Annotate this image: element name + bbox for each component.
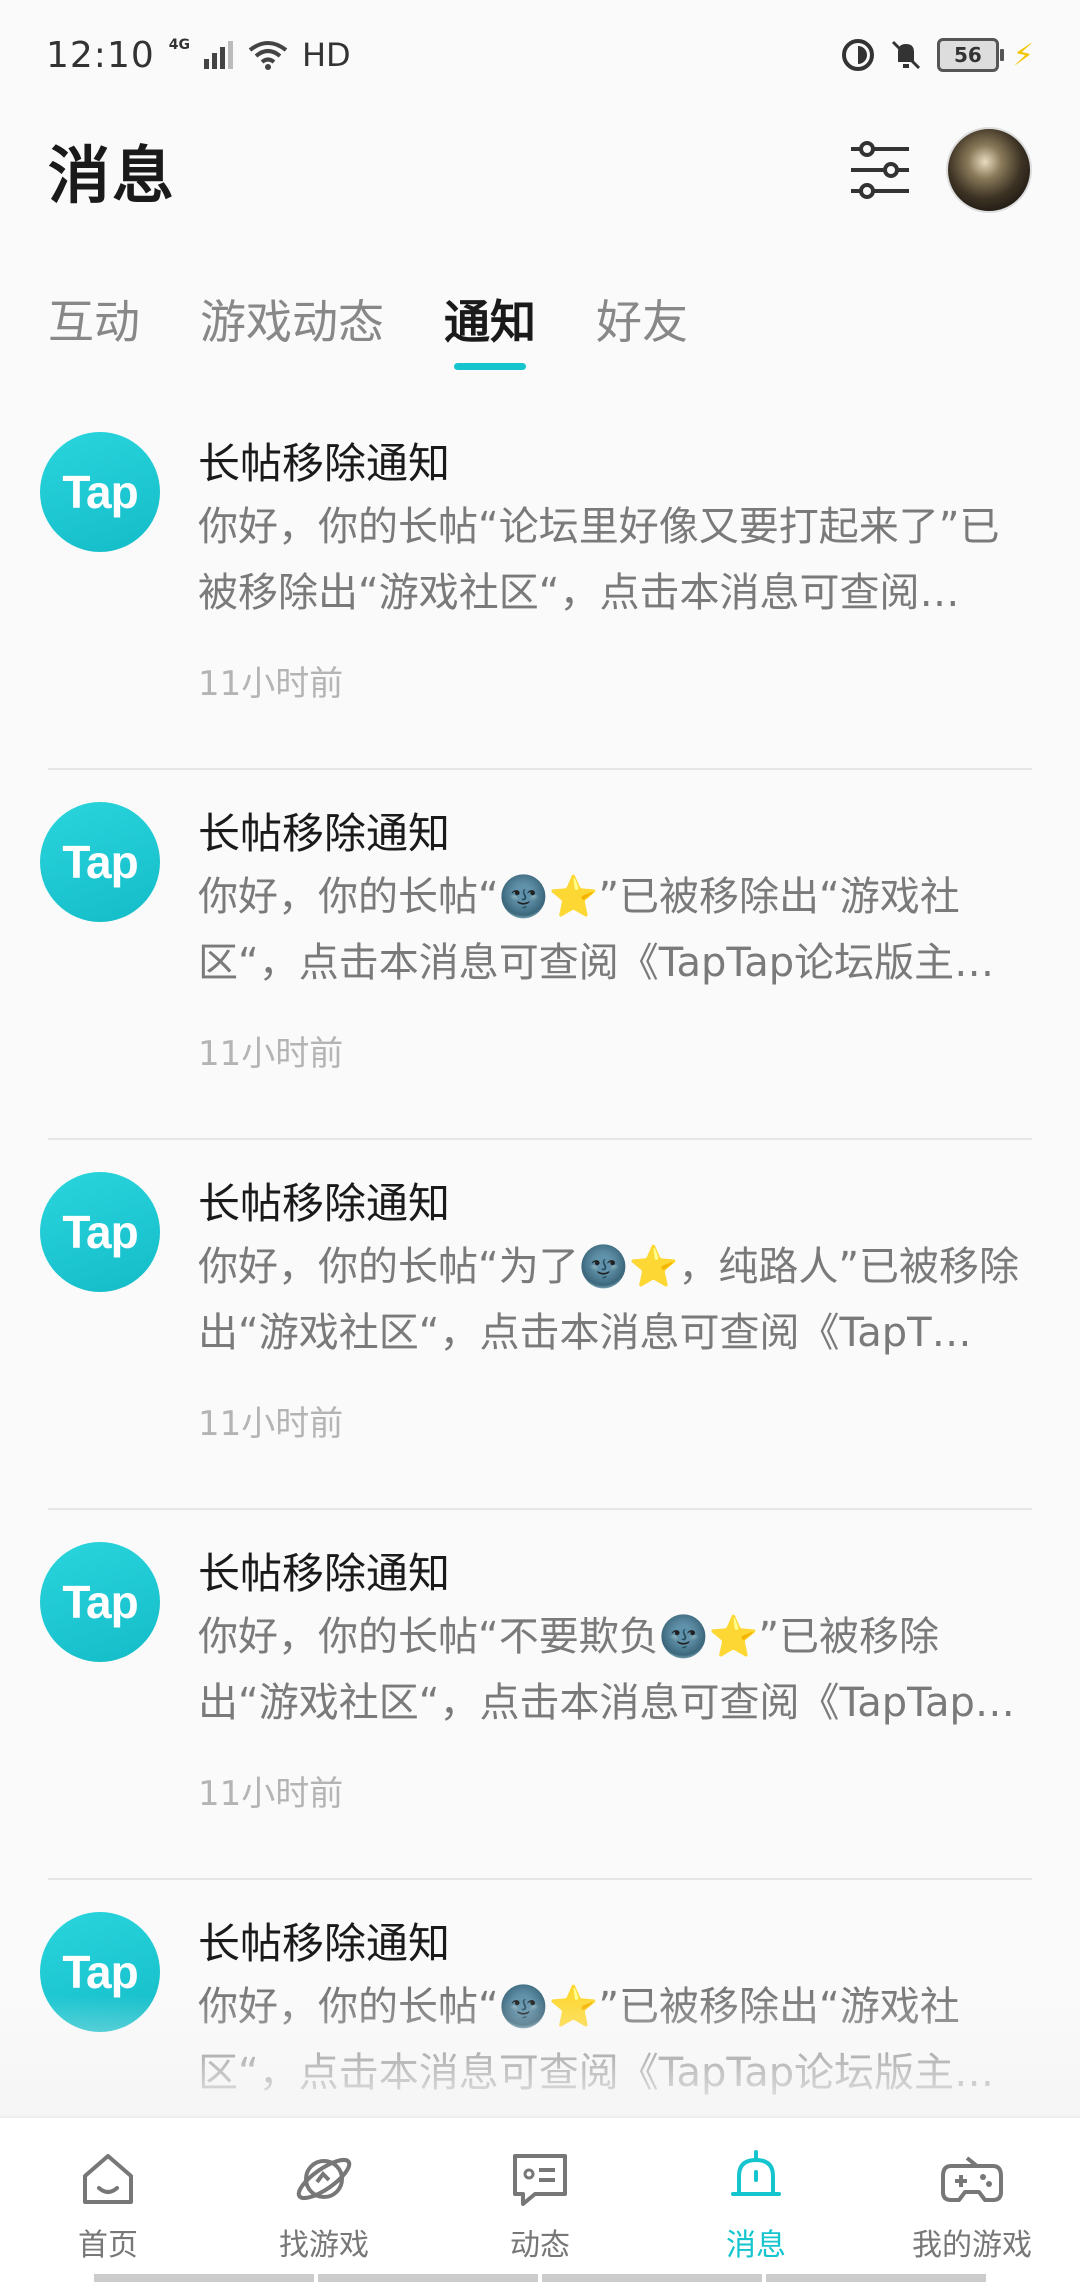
list-fade	[0, 1996, 1080, 2116]
gamepad-icon	[941, 2156, 1003, 2202]
nav-discover[interactable]: 找游戏	[216, 2118, 432, 2264]
nav-feed[interactable]: 动态	[432, 2118, 648, 2264]
nav-label: 消息	[726, 2228, 786, 2263]
notification-body: 你好，你的长帖“论坛里好像又要打起来了”已被移除出“游戏社区“，点击本消息可查阅…	[198, 504, 1000, 616]
notification-body: 你好，你的长帖“为了🌚⭐，纯路人”已被移除出“游戏社区“，点击本消息可查阅《Ta…	[198, 1244, 1020, 1356]
notification-list: Tap 长帖移除通知 你好，你的长帖“论坛里好像又要打起来了”已被移除出“游戏社…	[0, 400, 1080, 2250]
home-icon	[83, 2154, 133, 2204]
page-title: 消息	[48, 139, 177, 212]
taptap-logo-icon: Tap	[40, 432, 160, 552]
mute-bell-icon	[891, 40, 920, 70]
status-left: 12:10 4G HD	[46, 35, 351, 76]
nav-home[interactable]: 首页	[0, 2118, 216, 2264]
list-item[interactable]: Tap 长帖移除通知 你好，你的长帖“论坛里好像又要打起来了”已被移除出“游戏社…	[0, 400, 1080, 770]
header-actions	[848, 127, 1032, 213]
tab-interaction[interactable]: 互动	[48, 270, 140, 370]
taptap-logo-icon: Tap	[40, 1542, 160, 1662]
nav-label: 首页	[78, 2228, 138, 2263]
status-bar: 12:10 4G HD 56 ⚡	[0, 0, 1080, 110]
home-indicator	[0, 2274, 1080, 2282]
list-item[interactable]: Tap 长帖移除通知 你好，你的长帖“不要欺负🌚⭐”已被移除出“游戏社区“，点击…	[0, 1510, 1080, 1880]
feed-icon	[513, 2154, 567, 2206]
tab-game-updates[interactable]: 游戏动态	[200, 270, 384, 370]
bottom-nav: 首页 找游戏 动态 消息 我的游戏	[0, 2116, 1080, 2282]
notification-body: 你好，你的长帖“🌚⭐”已被移除出“游戏社区“，点击本消息可查阅《TapTap论坛…	[198, 874, 995, 986]
filter-button[interactable]	[848, 138, 912, 202]
notification-title: 长帖移除通知	[198, 1549, 451, 1598]
header: 消息	[0, 110, 1080, 230]
notification-title: 长帖移除通知	[198, 439, 451, 488]
focus-mode-icon	[841, 39, 874, 71]
tab-notifications[interactable]: 通知	[444, 270, 536, 370]
notification-time: 11小时前	[198, 664, 344, 704]
nav-label: 找游戏	[279, 2228, 369, 2263]
taptap-logo-icon: Tap	[40, 802, 160, 922]
bell-icon	[731, 2150, 781, 2196]
notification-time: 11小时前	[198, 1774, 344, 1814]
status-time: 12:10	[46, 34, 155, 76]
nav-label: 我的游戏	[912, 2228, 1032, 2263]
notification-title: 长帖移除通知	[198, 809, 451, 858]
nav-my-games[interactable]: 我的游戏	[864, 2118, 1080, 2264]
network-type: 4G	[168, 37, 190, 53]
notification-title: 长帖移除通知	[198, 1919, 451, 1968]
list-item[interactable]: Tap 长帖移除通知 你好，你的长帖“🌚⭐”已被移除出“游戏社区“，点击本消息可…	[0, 770, 1080, 1140]
planet-icon	[296, 2157, 352, 2201]
battery-indicator: 56	[936, 38, 1004, 72]
notification-body: 你好，你的长帖“不要欺负🌚⭐”已被移除出“游戏社区“，点击本消息可查阅《TapT…	[198, 1614, 1015, 1726]
sliders-icon	[851, 141, 909, 199]
signal-icon	[203, 41, 233, 69]
taptap-logo-icon: Tap	[40, 1172, 160, 1292]
notification-time: 11小时前	[198, 1034, 344, 1074]
nav-label: 动态	[510, 2228, 570, 2263]
wifi-icon	[248, 41, 288, 70]
nav-messages[interactable]: 消息	[648, 2118, 864, 2264]
list-item[interactable]: Tap 长帖移除通知 你好，你的长帖“为了🌚⭐，纯路人”已被移除出“游戏社区“，…	[0, 1140, 1080, 1510]
tab-bar: 互动 游戏动态 通知 好友	[48, 270, 688, 390]
status-right: 56 ⚡	[841, 38, 1034, 73]
charging-icon: ⚡	[1012, 37, 1034, 73]
notification-time: 11小时前	[198, 1404, 344, 1444]
notification-title: 长帖移除通知	[198, 1179, 451, 1228]
avatar[interactable]	[946, 127, 1032, 213]
tab-friends[interactable]: 好友	[596, 270, 688, 370]
hd-indicator: HD	[301, 36, 351, 74]
